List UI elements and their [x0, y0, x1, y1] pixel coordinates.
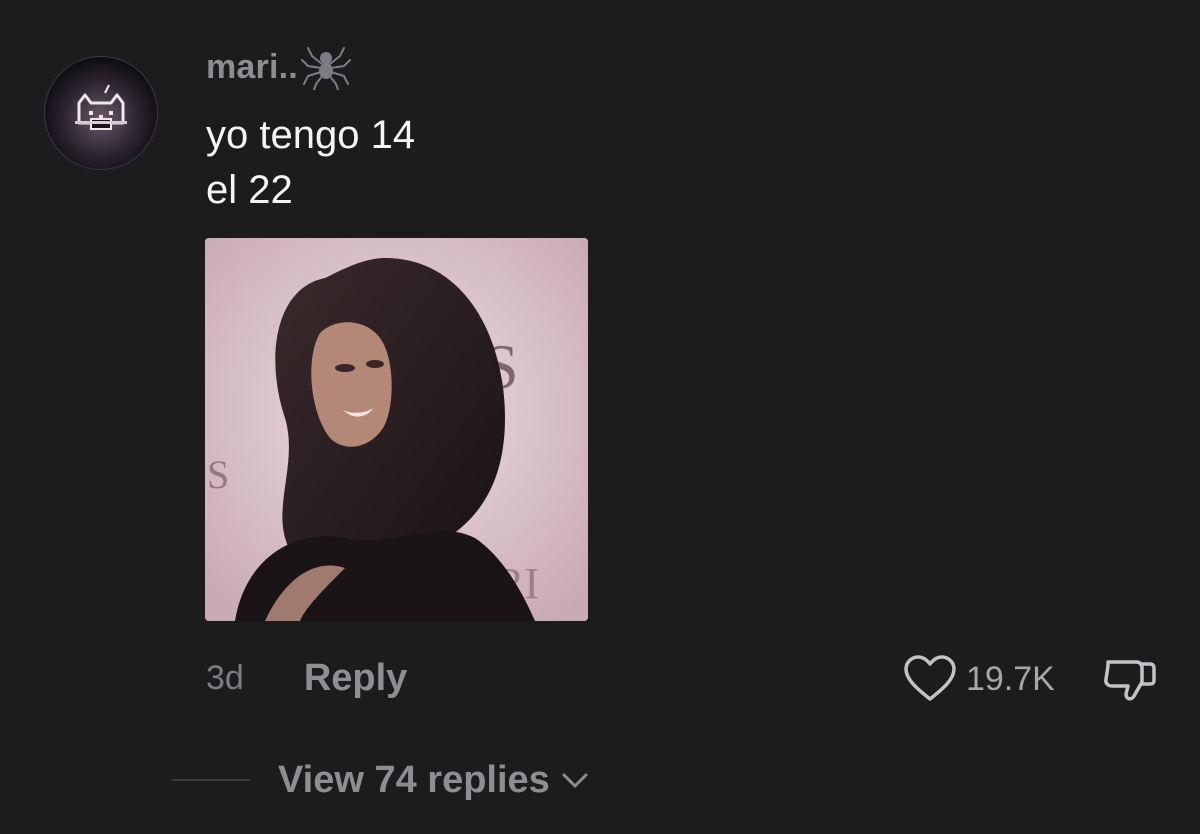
view-replies-label: View 74 replies — [278, 758, 550, 801]
comment-item: mari.. yo tengo 14 el 22 S S RI 3d Reply… — [0, 0, 1200, 834]
like-count: 19.7K — [966, 659, 1055, 698]
like-button[interactable]: 19.7K — [902, 652, 1055, 706]
heart-icon — [904, 655, 956, 701]
reply-button[interactable]: Reply — [304, 657, 407, 700]
spider-icon — [300, 47, 351, 90]
view-replies-row: View 74 replies — [172, 752, 590, 808]
comment-image[interactable]: S S RI — [205, 238, 588, 621]
comment-text: yo tengo 14 el 22 — [206, 108, 415, 218]
divider — [172, 779, 250, 781]
comment-line: yo tengo 14 — [206, 113, 416, 157]
dislike-button[interactable] — [1100, 652, 1160, 708]
comment-meta: 3d Reply — [206, 652, 407, 704]
username[interactable]: mari.. — [206, 44, 352, 90]
chevron-down-icon — [562, 773, 588, 788]
svg-text:S: S — [207, 452, 229, 497]
comment-line: el 22 — [206, 168, 293, 212]
timestamp: 3d — [206, 658, 244, 697]
avatar[interactable] — [44, 56, 158, 170]
username-text: mari.. — [206, 47, 298, 86]
thumbs-down-icon — [1104, 660, 1156, 701]
view-replies-button[interactable]: View 74 replies — [278, 759, 590, 802]
